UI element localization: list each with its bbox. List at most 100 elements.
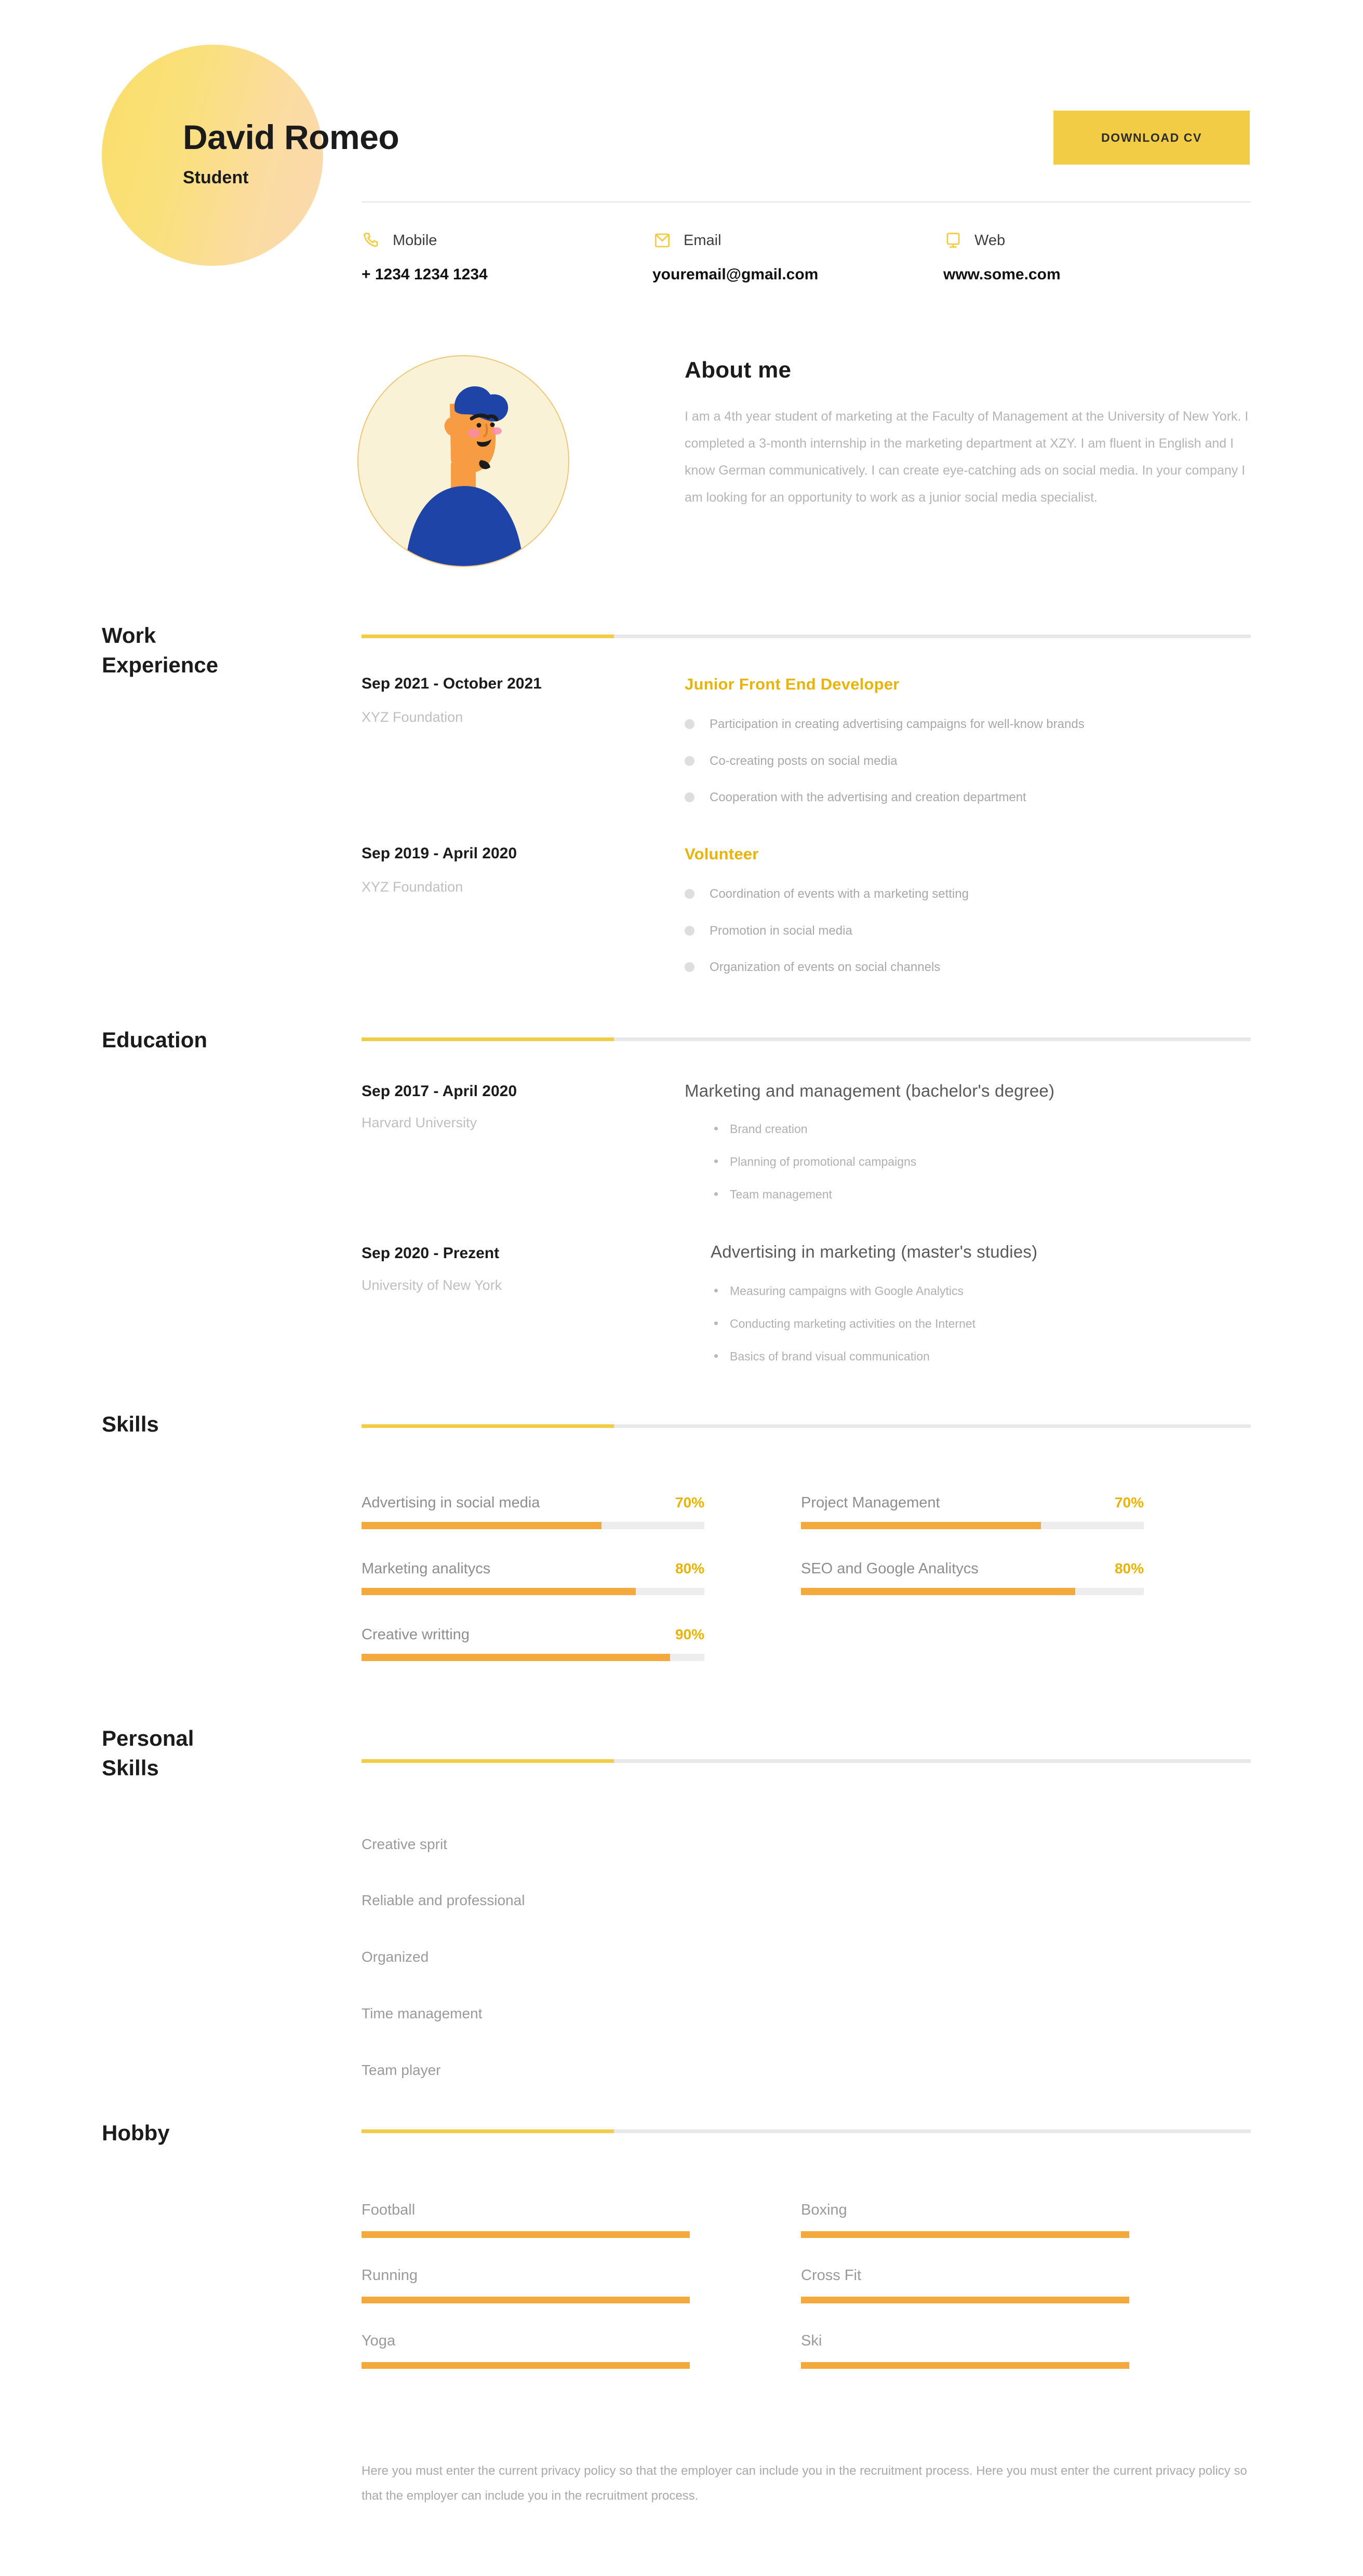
list-item: Measuring campaigns with Google Analytic… [714,1283,976,1299]
list-item-text: Basics of brand visual communication [730,1350,930,1364]
education-entry-degree: Advertising in marketing (master's studi… [711,1242,1038,1261]
skill-name: Marketing analitycs [362,1560,491,1577]
skill-name: SEO and Google Analitycs [801,1560,979,1577]
bullet-dot-icon [714,1354,718,1358]
hobby-item: Ski [801,2332,1129,2369]
section-divider-education [362,1037,1251,1041]
contact-value-email: youremail@gmail.com [652,266,819,283]
bullet-dot-icon [685,925,694,936]
bullet-dot-icon [714,1192,718,1196]
download-cv-button[interactable]: DOWNLOAD CV [1053,111,1250,165]
bullet-dot-icon [685,719,694,729]
bullet-dot-icon [685,962,694,973]
skill-row: SEO and Google Analitycs 80% [801,1560,1144,1595]
list-item-text: Planning of promotional campaigns [730,1155,917,1169]
list-item: Basics of brand visual communication [714,1348,976,1365]
list-item: Planning of promotional campaigns [714,1153,916,1170]
avatar [357,355,569,567]
hobby-bar [362,2231,690,2238]
contact-label-mobile: Mobile [393,232,437,249]
contact-item-email[interactable]: Email youremail@gmail.com [652,228,943,284]
privacy-policy-note: Here you must enter the current privacy … [362,2464,1247,2503]
avatar-circle [357,355,569,567]
work-entry-role: Volunteer [685,845,759,863]
hobby-bar [362,2297,690,2303]
skill-percent: 70% [1114,1494,1144,1510]
contact-item-web[interactable]: Web www.some.com [943,228,1234,284]
skill-progress-track [362,1522,704,1529]
hobby-item: Running [362,2267,690,2303]
skill-progress-fill [362,1588,636,1595]
list-item-text: Co-creating posts on social media [710,753,898,768]
section-label-personal-line1: Personal [102,1726,194,1750]
contact-label-web: Web [974,232,1006,249]
education-entry-date: Sep 2020 - Prezent [362,1245,500,1262]
hobby-item: Cross Fit [801,2267,1129,2303]
hobby-bar [362,2362,690,2369]
section-label-work-line2: Experience [102,652,219,677]
hobby-item: Football [362,2202,690,2238]
list-item: Conducting marketing activities on the I… [714,1315,976,1332]
contact-item-mobile[interactable]: Mobile + 1234 1234 1234 [362,228,652,284]
hobby-name: Boxing [801,2202,847,2218]
hobby-name: Running [362,2267,418,2284]
skill-progress-fill [801,1588,1075,1595]
contact-row: Mobile + 1234 1234 1234 Email youremail@… [362,228,1251,284]
envelope-icon [652,231,672,250]
about-title: About me [685,357,792,383]
work-entry-date: Sep 2021 - October 2021 [362,675,542,692]
list-item-text: Measuring campaigns with Google Analytic… [730,1284,964,1298]
personal-skill-item: Team player [362,2062,441,2078]
list-item: Coordination of events with a marketing … [685,885,969,903]
work-entry-role: Junior Front End Developer [685,675,900,693]
monitor-icon [943,231,963,250]
skill-progress-track [801,1588,1144,1595]
skill-name: Project Management [801,1494,940,1511]
bullet-dot-icon [714,1321,718,1326]
hobby-item: Yoga [362,2332,690,2369]
skill-progress-track [801,1522,1144,1529]
cv-page: David Romeo Student DOWNLOAD CV Mobile +… [0,0,1363,2576]
list-item: Co-creating posts on social media [685,752,1085,770]
skill-progress-fill [801,1522,1041,1529]
section-divider-work [362,635,1251,638]
personal-skill-item: Organized [362,1949,429,1965]
bullet-dot-icon [714,1159,718,1164]
about-text: I am a 4th year student of marketing at … [685,409,1249,505]
job-subtitle: Student [183,168,249,188]
section-label-education: Education [102,1028,208,1052]
list-item-text: Promotion in social media [710,923,852,938]
contact-value-web: www.some.com [943,266,1061,283]
skill-percent: 80% [675,1560,704,1576]
education-entry-org: Harvard University [362,1115,477,1130]
header-divider [362,201,1251,203]
education-entry-bullets: Measuring campaigns with Google Analytic… [714,1283,976,1381]
work-entry-bullets: Participation in creating advertising ca… [685,716,1085,826]
bullet-dot-icon [685,889,694,899]
hobby-name: Ski [801,2332,822,2349]
hobby-name: Football [362,2202,416,2218]
list-item: Promotion in social media [685,922,969,940]
section-label-personal-line2: Skills [102,1755,159,1780]
skill-progress-fill [362,1522,602,1529]
list-item-text: Brand creation [730,1122,808,1136]
hobby-bar [801,2297,1129,2303]
list-item-text: Conducting marketing activities on the I… [730,1317,976,1331]
section-label-hobby: Hobby [102,2121,170,2145]
education-entry-date: Sep 2017 - April 2020 [362,1083,517,1100]
skill-progress-track [362,1588,704,1595]
list-item-text: Participation in creating advertising ca… [710,717,1085,731]
personal-skill-item: Creative sprit [362,1836,447,1852]
skill-percent: 80% [1114,1560,1144,1576]
section-label-work-line1: Work [102,623,156,648]
hobby-name: Cross Fit [801,2267,861,2284]
list-item-text: Organization of events on social channel… [710,960,941,975]
hobby-name: Yoga [362,2332,396,2349]
section-label-work: Work Experience [102,621,330,680]
page-title: David Romeo [183,118,399,156]
section-divider-personal-skills [362,1759,1251,1763]
contact-value-mobile: + 1234 1234 1234 [362,266,488,283]
personal-skill-item: Reliable and professional [362,1892,525,1908]
section-divider-hobby [362,2129,1251,2133]
list-item-text: Coordination of events with a marketing … [710,887,969,901]
